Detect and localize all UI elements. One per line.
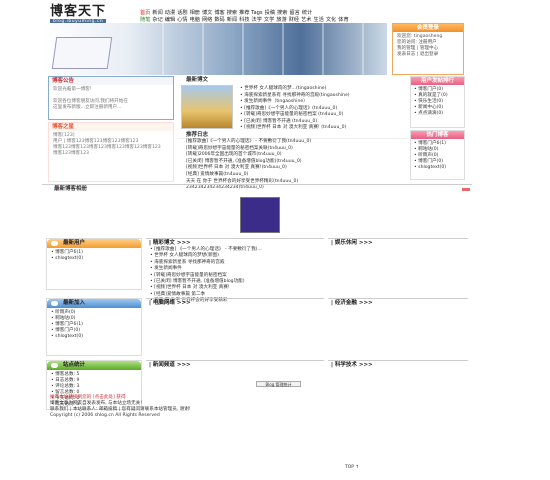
blogstar-line[interactable]: 博客123博客123 (53, 151, 169, 157)
news-col: | 新闻频道 >>> (146, 360, 324, 380)
hot-posts-col: | 精彩博文 >>> • [推荐歌曲] 《一个男人的心理话》 - 不要敷衍了我(… (146, 238, 324, 303)
user-rank-title: 用户发帖排行 (411, 77, 464, 85)
nav-link[interactable]: 搜索 (277, 10, 287, 17)
latest-posts-list: • 世界杯 女人腿球肉的梦...(tingaoshine) • 海底探索新星系有 … (240, 86, 350, 132)
site-title: 博客天下 (50, 4, 107, 19)
nav-link[interactable]: 留言 (289, 10, 299, 17)
castle-image (181, 85, 233, 129)
nav-link[interactable]: 首页 (140, 10, 150, 17)
net-title[interactable]: | 电脑网络 >>> (146, 299, 324, 307)
latest-users-title: 最新用户 (47, 239, 141, 248)
footer-lines: 博客文章为网友自发表发布, 与本站立场无关! 联系我们 | 本站联系人: 邮箱投稿… (50, 401, 470, 419)
science-title[interactable]: | 科学技术 >>> (328, 361, 468, 369)
member-item[interactable]: • shlogtext(0) (51, 334, 137, 340)
members-title: 最新加入 (47, 299, 141, 308)
members-list: • 听雨声(0) • 啊咕咕(0) • 博客门户6(1) • 博客门户(0) • shl… (47, 308, 141, 342)
members-box: 最新加入 • 听雨声(0) • 啊咕咕(0) • 博客门户6(1) • 博客门户(0)… (46, 298, 142, 356)
album-image[interactable] (240, 197, 280, 233)
nav-link[interactable]: 推荐 Tags (239, 10, 263, 17)
announcement-text: 欢迎光临第一博客! 欢迎各位博客朋友访问,我们将开始在 这里发布新版...立即注册… (49, 85, 173, 113)
main-nav: 首页 新闻 动漫 话剧 相册 博文 博客 搜索 推荐 Tags 投稿 搜索 留言 统计 随笔 杂记 编辑 心情电… (140, 10, 465, 24)
banner-image (42, 23, 387, 75)
back-to-top-link[interactable]: TOP ↑ (345, 465, 359, 470)
stats-title: 站点统计 (47, 361, 141, 370)
latest-users-list: • 博客门户6(1) • shlogtext(0) (47, 248, 141, 264)
announcement-box: 博客公告 欢迎光临第一博客! 欢迎各位博客朋友访问,我们将开始在 这里发布新版..… (48, 76, 174, 120)
blogstar-title: 博客之星 (49, 123, 173, 131)
recommended-link[interactable]: [经典] 爱情故事篇(tn4uuu_0) (186, 172, 407, 179)
announcement-title: 博客公告 (49, 77, 173, 85)
hot-blog-item[interactable]: • shlogtext(0) (414, 165, 461, 171)
blogstar-box: 博客之星 博客[123] 用户 | 博客123博客123博客123博客123 博客1… (48, 122, 174, 182)
nav-link[interactable]: 博文 (202, 10, 212, 17)
visit-counter[interactable]: Blog 管理统计 (256, 381, 301, 387)
hot-posts-list: • [推荐歌曲] 《一个男人的心理话》 - 不要敷衍了我(... • 世界杯 女人… (146, 247, 324, 305)
finance-col: | 经济金融 >>> (328, 298, 468, 358)
net-col: | 电脑网络 >>> (146, 298, 324, 358)
recommended-link[interactable]: [转载]2006年全国出现的首个城市(tn4uuu_0) (186, 152, 407, 159)
nav-link[interactable]: 动漫 (165, 10, 175, 17)
nav-link[interactable]: 相册 (190, 10, 200, 17)
hot-blog-list: • 博客门户6(1) • 啊咕咕(0) • 听雨声(0) • 博客门户(0) • shl… (411, 139, 464, 173)
news-col-title[interactable]: | 新闻频道 >>> (146, 361, 324, 369)
album-section-title: 最新博客相册 (42, 184, 472, 192)
login-lines: 欢迎您: tingaosheng 您的访问: 注册用户 我的管理 | 管理中心 发表日… (393, 32, 463, 60)
latest-posts-title: 最新博文 (186, 77, 209, 83)
nav-link[interactable]: 博客 (214, 10, 224, 17)
login-box: 会员登录 欢迎您: tingaosheng 您的访问: 注册用户 我的管理 | 管理… (392, 23, 464, 75)
hot-posts-title[interactable]: | 精彩博文 >>> (146, 239, 324, 247)
user-rank-box: 用户发帖排行 • 博客门户(0) • 真的就是了(0) • 快乐生活(0) • 新闻中… (410, 76, 465, 128)
footer: 推荐本站链接到您的 [点击此处] 获得 博客文章为网友自发表发布, 与本站立场无… (50, 395, 470, 419)
recommended-link[interactable]: [推荐歌曲]《一个男人的心理话》 - 不要敷衍了我(tn4uuu_0) (186, 139, 407, 146)
hot-blog-title: 热门博客 (411, 131, 464, 139)
nav-link[interactable]: 新闻 (152, 10, 162, 17)
nav-link[interactable]: 话剧 (177, 10, 187, 17)
footer-line[interactable]: Copyright (c) 2006 shlog.cn All Rights R… (50, 413, 470, 419)
user-item[interactable]: • shlogtext(0) (51, 256, 137, 262)
science-col: | 科学技术 >>> (328, 360, 468, 380)
finance-title[interactable]: | 经济金融 >>> (328, 299, 468, 307)
latest-users-box: 最新用户 • 博客门户6(1) • shlogtext(0) (46, 238, 142, 290)
login-title: 会员登录 (393, 24, 463, 32)
announcement-line[interactable]: 这里发布新版...立即注册新用户... (53, 105, 169, 111)
post-link[interactable]: • [转载]奇思妙想宇宙能量的秘密档案 (tn4uuu_0) (240, 112, 350, 119)
music-col: | 娱乐休闲 >>> (328, 238, 468, 296)
nav-link[interactable]: 投稿 (265, 10, 275, 17)
hot-blog-box: 热门博客 • 博客门户6(1) • 啊咕咕(0) • 听雨声(0) • 博客门户(0)… (410, 130, 465, 180)
blogstar-text: 博客[123] 用户 | 博客123博客123博客123博客123 博客123博客1… (49, 131, 173, 159)
banner-frying-pan (51, 37, 113, 69)
recommended-title: 推荐日志 (178, 131, 407, 139)
music-title[interactable]: | 娱乐休闲 >>> (328, 239, 468, 247)
recommended-link[interactable]: [视频]世界杯 日本 对 澳大利亚 真赛!(tn4uuu_0) (186, 165, 407, 172)
user-rank-list: • 博客门户(0) • 真的就是了(0) • 快乐生活(0) • 新闻中心(0) • 点… (411, 85, 464, 119)
nav-link[interactable]: 搜索 (227, 10, 237, 17)
login-line[interactable]: 发表日志 | 退出登录 (397, 52, 459, 58)
rank-item[interactable]: • 点点滴滴(0) (414, 111, 461, 117)
latest-posts: 最新博文 • 世界杯 女人腿球肉的梦...(tingaoshine) • 海底探索… (178, 76, 407, 131)
nav-link[interactable]: 统计 (302, 10, 312, 17)
